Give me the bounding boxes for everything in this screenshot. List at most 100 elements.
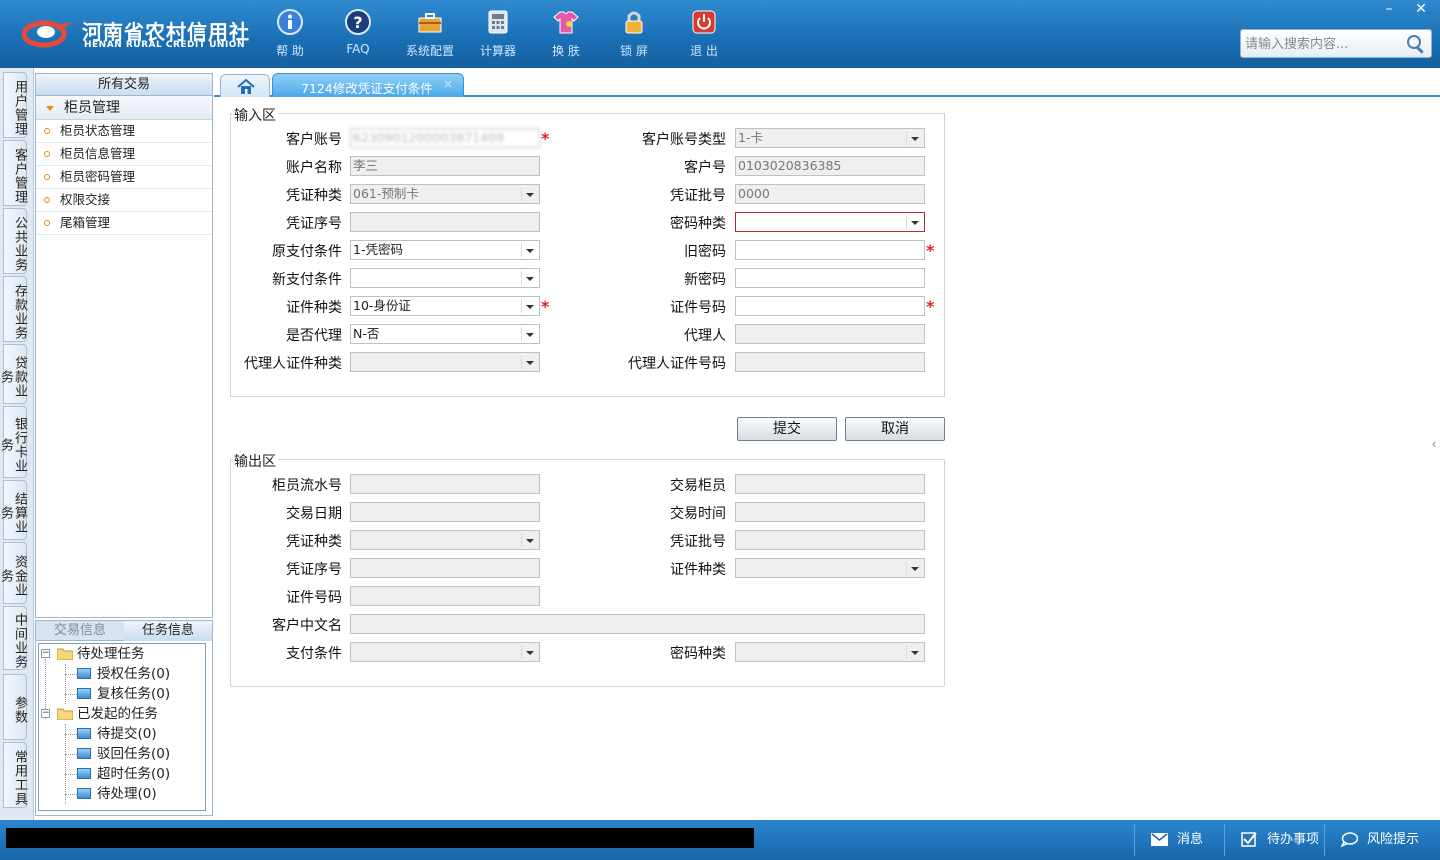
status-bar: 消息 待办事项 风险提示 <box>0 820 1440 860</box>
agent-id-type-label: 代理人证件种类 <box>244 356 342 372</box>
old-password-field[interactable] <box>735 240 925 260</box>
help-button[interactable]: 帮 助 <box>258 8 322 60</box>
id-type-label: 证件种类 <box>286 300 342 316</box>
category-common-tools[interactable]: 常用工具 <box>3 742 27 808</box>
required-mark: * <box>541 129 550 148</box>
id-no-field[interactable] <box>735 296 925 316</box>
out-id-no-label: 证件号码 <box>286 590 342 606</box>
tab-task-info[interactable]: 任务信息 <box>124 621 212 641</box>
account-type-select[interactable]: 1-卡 <box>735 128 925 148</box>
teller-seq-field[interactable] <box>350 474 540 494</box>
bullet-icon <box>44 174 50 180</box>
agent-field[interactable] <box>735 324 925 344</box>
exit-button[interactable]: 退 出 <box>672 8 736 60</box>
voucher-seq-field[interactable] <box>350 212 540 232</box>
id-no-label: 证件号码 <box>670 300 726 316</box>
tree-line <box>65 774 77 775</box>
menu-item-cash-box[interactable]: 尾箱管理 <box>36 212 212 235</box>
collapse-icon[interactable]: − <box>41 709 50 718</box>
account-name-label: 账户名称 <box>286 160 342 176</box>
menu-item-label: 柜员状态管理 <box>60 123 136 138</box>
account-name-field[interactable]: 李三 <box>350 156 540 176</box>
category-strip: 用户管理 客户管理 公共业务 存款业务 贷款业务 银行卡业务 结算业务 资金业务… <box>0 68 34 820</box>
help-label: 帮 助 <box>276 44 304 58</box>
category-settlement-business[interactable]: 结算业务 <box>0 480 27 540</box>
new-pay-cond-select[interactable] <box>350 268 540 288</box>
agent-id-no-label: 代理人证件号码 <box>628 356 726 372</box>
is-agent-select[interactable]: N-否 <box>350 324 540 344</box>
tab-transaction-info[interactable]: 交易信息 <box>36 621 124 641</box>
agent-id-type-select[interactable] <box>350 352 540 372</box>
todo-button[interactable]: 待办事项 <box>1224 824 1324 856</box>
menu-item-teller-status[interactable]: 柜员状态管理 <box>36 120 212 143</box>
txn-teller-field[interactable] <box>735 474 925 494</box>
menu-item-teller-info[interactable]: 柜员信息管理 <box>36 143 212 166</box>
menu-item-permission-handover[interactable]: 权限交接 <box>36 189 212 212</box>
category-bank-card-business[interactable]: 银行卡业务 <box>0 406 27 478</box>
category-loan-business[interactable]: 贷款业务 <box>0 344 27 404</box>
task-list-icon <box>77 668 91 679</box>
required-mark: * <box>926 297 935 316</box>
menu-item-label: 尾箱管理 <box>60 215 111 230</box>
close-window-button[interactable]: ✕ <box>1406 0 1436 18</box>
collapse-icon[interactable]: − <box>41 649 50 658</box>
txn-time-field[interactable] <box>735 502 925 522</box>
out-voucher-batch-field[interactable] <box>735 530 925 550</box>
new-password-field[interactable] <box>735 268 925 288</box>
faq-button[interactable]: ? FAQ <box>326 8 390 60</box>
orig-pay-cond-select[interactable]: 1-凭密码 <box>350 240 540 260</box>
transaction-menu: 所有交易 柜员管理 柜员状态管理 柜员信息管理 柜员密码管理 权限交接 尾箱管理 <box>35 73 213 618</box>
out-voucher-seq-field[interactable] <box>350 558 540 578</box>
cancel-button[interactable]: 取消 <box>845 417 945 441</box>
out-pay-cond-select[interactable] <box>350 642 540 662</box>
tab-home[interactable] <box>220 74 270 97</box>
out-id-type-select[interactable] <box>735 558 925 578</box>
category-fund-business[interactable]: 资金业务 <box>0 542 27 604</box>
tree-line <box>65 724 66 804</box>
menu-item-label: 柜员密码管理 <box>60 169 136 184</box>
category-deposit-business[interactable]: 存款业务 <box>3 276 27 342</box>
voucher-batch-field[interactable]: 0000 <box>735 184 925 204</box>
out-voucher-type-select[interactable] <box>350 530 540 550</box>
risk-tips-button[interactable]: 风险提示 <box>1324 824 1434 856</box>
status-message-area <box>6 828 754 848</box>
password-type-select[interactable] <box>735 212 925 232</box>
out-password-type-select[interactable] <box>735 642 925 662</box>
cn-name-field[interactable] <box>350 614 925 634</box>
task-list-icon <box>77 748 91 759</box>
search-icon[interactable] <box>1405 33 1427 55</box>
category-parameters[interactable]: 参数 <box>3 674 27 740</box>
category-customer-management[interactable]: 客户管理 <box>3 140 27 206</box>
search-input[interactable] <box>1245 34 1405 54</box>
category-intermediary-business[interactable]: 中间业务 <box>3 606 27 670</box>
category-public-business[interactable]: 公共业务 <box>3 208 27 274</box>
change-skin-button[interactable]: 换 肤 <box>534 8 598 60</box>
messages-button[interactable]: 消息 <box>1134 824 1224 856</box>
menu-header[interactable]: 所有交易 <box>36 74 212 96</box>
bullet-icon <box>44 151 50 157</box>
menu-item-teller-password[interactable]: 柜员密码管理 <box>36 166 212 189</box>
calculator-button[interactable]: 计算器 <box>466 8 530 60</box>
system-config-button[interactable]: 系统配置 <box>398 8 462 60</box>
voucher-type-select[interactable]: 061-预制卡 <box>350 184 540 204</box>
id-type-select[interactable]: 10-身份证 <box>350 296 540 316</box>
menu-group-teller-management[interactable]: 柜员管理 <box>36 96 212 120</box>
category-user-management[interactable]: 用户管理 <box>3 72 27 138</box>
lock-screen-button[interactable]: 锁 屏 <box>602 8 666 60</box>
customer-account-field[interactable]: 6230901200003871409 <box>350 128 540 148</box>
calculator-label: 计算器 <box>479 44 516 58</box>
task-tree: − 待处理任务 授权任务(0) 复核任务(0) − 已发起的任务 待提交(0) … <box>38 643 206 811</box>
out-id-no-field[interactable] <box>350 586 540 606</box>
agent-id-no-field[interactable] <box>735 352 925 372</box>
customer-no-field[interactable]: 0103020836385 <box>735 156 925 176</box>
tab-close-button[interactable]: × <box>443 77 453 91</box>
collapse-right-panel-icon[interactable]: ‹ <box>1428 420 1440 468</box>
logo-english-name: HENAN RURAL CREDIT UNION <box>84 40 245 50</box>
required-mark: * <box>926 241 935 260</box>
task-list-icon <box>77 688 91 699</box>
submit-button[interactable]: 提交 <box>737 417 837 441</box>
minimize-button[interactable]: – <box>1374 0 1404 18</box>
lock-screen-label: 锁 屏 <box>620 44 648 58</box>
tab-modify-voucher-payment[interactable]: 7124修改凭证支付条件 × <box>272 73 464 97</box>
txn-date-field[interactable] <box>350 502 540 522</box>
